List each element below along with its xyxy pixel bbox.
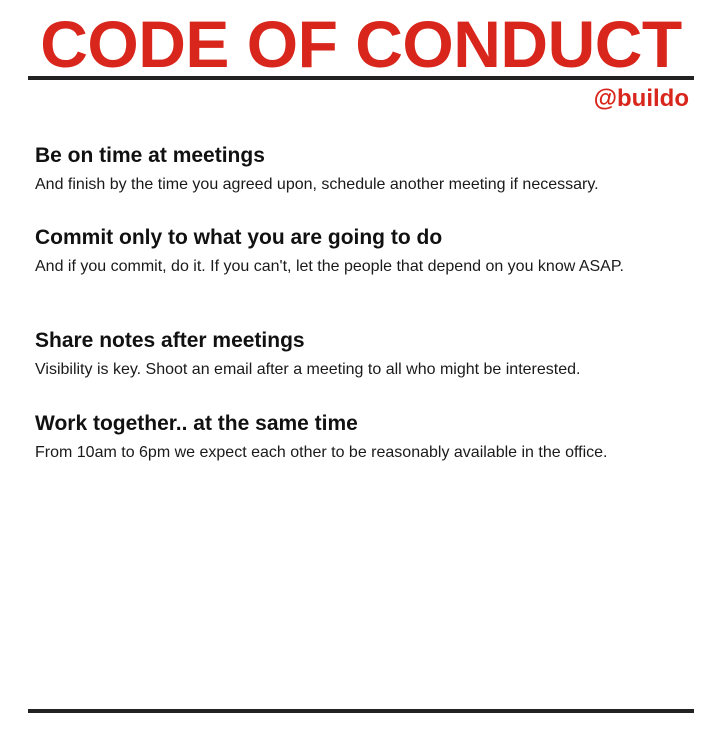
- rule-description: Visibility is key. Shoot an email after …: [35, 361, 581, 378]
- company-handle: @buildo: [593, 85, 689, 112]
- page-title: CODE OF CONDUCT: [40, 7, 682, 81]
- top-divider: [28, 76, 694, 80]
- rule-description: And if you commit, do it. If you can't, …: [35, 258, 624, 275]
- rule-heading: Commit only to what you are going to do: [35, 226, 443, 249]
- rule-item-commit: Commit only to what you are going to do …: [35, 225, 705, 277]
- rule-heading: Share notes after meetings: [35, 329, 305, 352]
- rule-item-on-time: Be on time at meetings And finish by the…: [35, 143, 705, 195]
- bottom-divider: [28, 709, 694, 713]
- rule-item-work-together: Work together.. at the same time From 10…: [35, 411, 705, 463]
- rule-heading: Work together.. at the same time: [35, 412, 358, 435]
- rule-description: And finish by the time you agreed upon, …: [35, 176, 599, 193]
- rule-item-share-notes: Share notes after meetings Visibility is…: [35, 328, 705, 380]
- rule-description: From 10am to 6pm we expect each other to…: [35, 444, 608, 461]
- rule-heading: Be on time at meetings: [35, 144, 265, 167]
